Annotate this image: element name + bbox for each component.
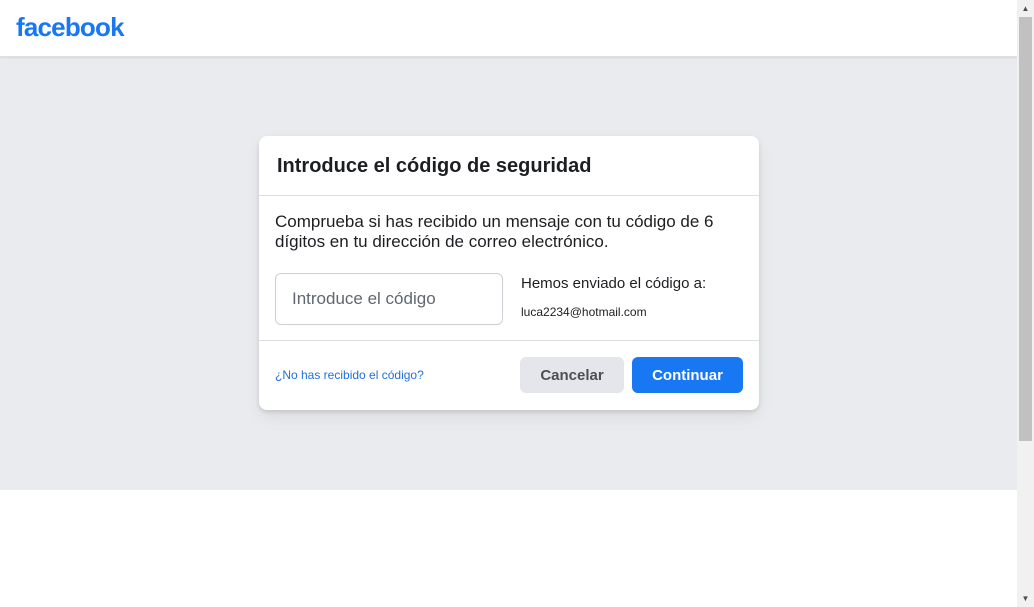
scrollbar-thumb[interactable] <box>1019 17 1032 441</box>
continue-button[interactable]: Continuar <box>632 357 743 393</box>
dialog-body: Comprueba si has recibido un mensaje con… <box>259 196 759 341</box>
scroll-down-arrow-icon[interactable]: ▼ <box>1017 590 1034 607</box>
dialog-footer: ¿No has recibido el código? Cancelar Con… <box>259 341 759 409</box>
facebook-logo[interactable]: facebook <box>16 12 125 43</box>
cancel-button[interactable]: Cancelar <box>520 357 624 393</box>
sent-label: Hemos enviado el código a: <box>521 275 707 292</box>
sent-email: luca2234@hotmail.com <box>521 305 647 319</box>
vertical-scrollbar[interactable]: ▲ ▼ <box>1017 0 1034 607</box>
dialog-header: Introduce el código de seguridad <box>259 136 759 196</box>
security-code-dialog: Introduce el código de seguridad Comprue… <box>259 136 759 410</box>
code-entry-row: Hemos enviado el código a: luca2234@hotm… <box>275 273 743 325</box>
scroll-up-arrow-icon[interactable]: ▲ <box>1017 0 1034 17</box>
resend-code-link[interactable]: ¿No has recibido el código? <box>275 368 424 382</box>
dialog-buttons: Cancelar Continuar <box>520 357 743 393</box>
page: facebook Introduce el código de segurida… <box>0 0 1034 607</box>
top-navigation-bar: facebook <box>0 0 1017 57</box>
sent-info: Hemos enviado el código a: luca2234@hotm… <box>521 273 706 325</box>
dialog-description: Comprueba si has recibido un mensaje con… <box>275 212 714 251</box>
main-content-area: Introduce el código de seguridad Comprue… <box>0 57 1017 490</box>
dialog-title: Introduce el código de seguridad <box>277 155 592 177</box>
page-footer-area <box>0 490 1017 607</box>
security-code-input[interactable] <box>275 273 503 325</box>
